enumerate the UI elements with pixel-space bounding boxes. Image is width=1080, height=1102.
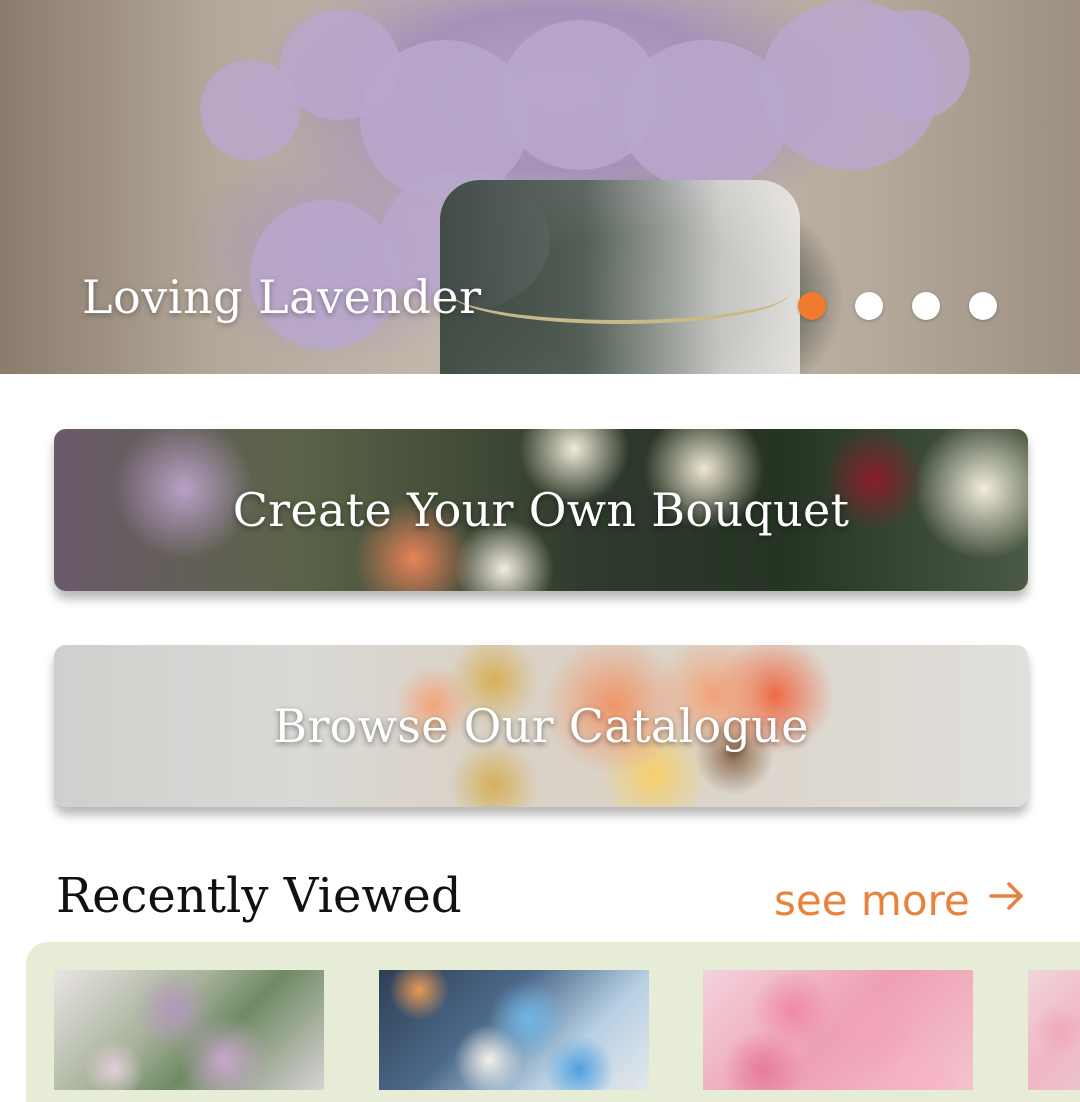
create-bouquet-label: Create Your Own Bouquet bbox=[232, 483, 850, 537]
recently-viewed-title: Recently Viewed bbox=[56, 868, 462, 924]
recent-item-thumbnail[interactable] bbox=[379, 970, 649, 1090]
see-more-link[interactable]: see more bbox=[774, 876, 1026, 925]
create-bouquet-button[interactable]: Create Your Own Bouquet bbox=[54, 429, 1028, 591]
hero-title: Loving Lavender bbox=[82, 270, 482, 324]
recent-item-thumbnail[interactable] bbox=[54, 970, 324, 1090]
recent-item-thumbnail[interactable] bbox=[703, 970, 973, 1090]
arrow-right-icon bbox=[988, 876, 1026, 925]
carousel-pagination bbox=[798, 292, 997, 320]
browse-catalogue-label: Browse Our Catalogue bbox=[273, 699, 809, 753]
carousel-dot-2[interactable] bbox=[855, 292, 883, 320]
see-more-label: see more bbox=[774, 876, 970, 925]
carousel-dot-1[interactable] bbox=[798, 292, 826, 320]
recent-item-thumbnail[interactable] bbox=[1028, 970, 1080, 1090]
hero-carousel[interactable]: Loving Lavender bbox=[0, 0, 1080, 374]
browse-catalogue-button[interactable]: Browse Our Catalogue bbox=[54, 645, 1028, 807]
carousel-dot-3[interactable] bbox=[912, 292, 940, 320]
carousel-dot-4[interactable] bbox=[969, 292, 997, 320]
